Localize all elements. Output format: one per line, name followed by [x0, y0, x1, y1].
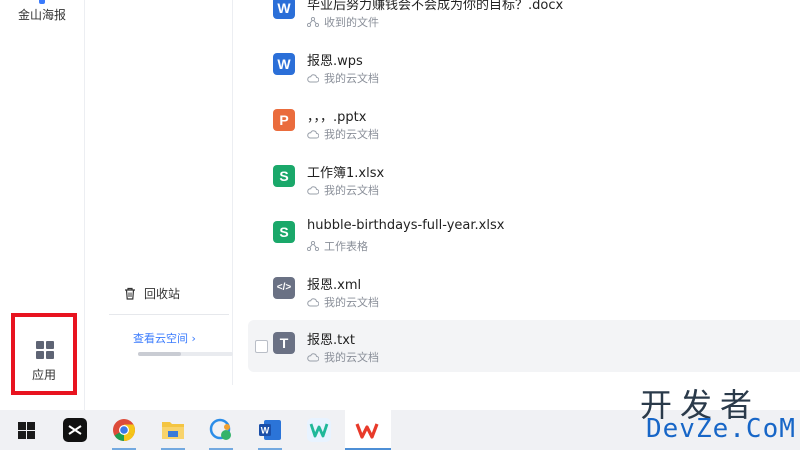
wps-writer-app[interactable] — [299, 410, 339, 450]
trash-icon — [125, 287, 135, 300]
chat-icon — [209, 418, 231, 440]
svg-text:W: W — [261, 426, 270, 436]
file-location: 我的云文档 — [307, 126, 379, 142]
storage-progress-fill — [138, 352, 181, 356]
trash-label: 回收站 — [144, 287, 181, 301]
share-icon — [307, 17, 319, 27]
file-row[interactable]: W 毕业后努力赚钱会不会成为你的目标？.docx 收到的文件 — [248, 0, 800, 42]
file-location: 我的云文档 — [307, 349, 379, 365]
file-location-label: 收到的文件 — [324, 16, 379, 29]
windows-start-button[interactable] — [6, 410, 46, 450]
file-row[interactable]: T 报恩.txt 我的云文档 — [248, 320, 800, 372]
file-list: W 毕业后努力赚钱会不会成为你的目标？.docx 收到的文件 W 报恩.wps … — [248, 0, 800, 385]
wps-office-app[interactable] — [345, 410, 391, 450]
writer-file-icon: W — [273, 0, 295, 19]
apps-label: 应用 — [31, 368, 56, 382]
cloud-icon — [307, 353, 319, 362]
file-location-label: 我的云文档 — [324, 128, 379, 141]
file-row[interactable]: P ，，，.pptx 我的云文档 — [248, 102, 800, 154]
file-name: 报恩.xml — [307, 278, 362, 293]
file-name: 报恩.wps — [307, 54, 363, 69]
file-location-label: 工作表格 — [324, 240, 368, 253]
apps-grid-icon — [36, 341, 54, 359]
storage-progress-bar — [138, 352, 233, 356]
cloud-icon — [307, 298, 319, 307]
word-icon: W — [259, 420, 281, 440]
file-name: 毕业后努力赚钱会不会成为你的目标？.docx — [307, 0, 564, 13]
windows-icon — [17, 421, 35, 439]
poster-icon — [39, 0, 45, 4]
cloud-icon — [307, 130, 319, 139]
file-location: 我的云文档 — [307, 294, 379, 310]
file-location-label: 我的云文档 — [324, 184, 379, 197]
spreadsheet-file-icon: S — [273, 165, 295, 187]
folder-icon — [162, 422, 184, 439]
presentation-file-icon: P — [273, 109, 295, 131]
wps-office-icon — [355, 423, 379, 439]
left-rail: 金山海报 应用 — [0, 0, 85, 410]
file-location: 我的云文档 — [307, 182, 379, 198]
file-location-label: 我的云文档 — [324, 72, 379, 85]
chat-app[interactable] — [201, 410, 241, 450]
row-checkbox[interactable] — [255, 340, 268, 353]
file-row[interactable]: S hubble-birthdays-full-year.xlsx 工作表格 — [248, 214, 800, 266]
file-location: 工作表格 — [307, 238, 368, 254]
file-location: 我的云文档 — [307, 70, 379, 86]
divider — [109, 314, 229, 315]
file-location-label: 我的云文档 — [324, 351, 379, 364]
file-name: ，，，.pptx — [307, 110, 367, 125]
file-name: hubble-birthdays-full-year.xlsx — [307, 218, 505, 233]
file-location-label: 我的云文档 — [324, 296, 379, 309]
apps-button[interactable]: 应用 — [11, 313, 77, 395]
word-app[interactable]: W — [250, 410, 290, 450]
rail-item-poster[interactable]: 金山海报 — [0, 0, 84, 23]
file-row[interactable]: S 工作簿1.xlsx 我的云文档 — [248, 158, 800, 210]
capcut-app[interactable] — [55, 410, 95, 450]
cloud-icon — [307, 186, 319, 195]
file-explorer-app[interactable] — [153, 410, 193, 450]
watermark-en: DevZe.CoM — [646, 414, 796, 444]
file-row[interactable]: W 报恩.wps 我的云文档 — [248, 46, 800, 98]
file-location: 收到的文件 — [307, 14, 379, 30]
text-file-icon: T — [273, 332, 295, 354]
chrome-app[interactable] — [104, 410, 144, 450]
view-cloud-space-link[interactable]: 查看云空间 › — [133, 330, 196, 346]
chrome-icon — [113, 419, 135, 441]
file-row[interactable]: </> 报恩.xml 我的云文档 — [248, 270, 800, 322]
share-icon — [307, 241, 319, 251]
wps-writer-icon — [307, 418, 331, 442]
file-name: 工作簿1.xlsx — [307, 166, 385, 181]
file-name: 报恩.txt — [307, 333, 356, 348]
navigation-panel: 回收站 查看云空间 › — [84, 0, 233, 385]
cloud-icon — [307, 74, 319, 83]
rail-item-poster-label: 金山海报 — [17, 8, 66, 22]
code-file-icon: </> — [273, 277, 295, 299]
spreadsheet-file-icon: S — [273, 221, 295, 243]
capcut-icon — [63, 418, 87, 442]
writer-file-icon: W — [273, 53, 295, 75]
trash-item[interactable]: 回收站 — [124, 285, 180, 302]
